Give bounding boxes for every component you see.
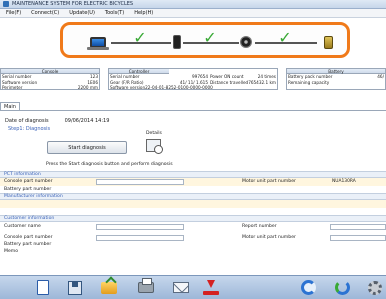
report-number-label: Report number xyxy=(242,224,277,229)
menu-file[interactable]: File(F) xyxy=(6,10,21,16)
app-icon xyxy=(3,1,9,7)
menu-connect[interactable]: Connect(C) xyxy=(31,10,59,16)
controller-row: Software version 22-04-01-8252-0100-0000-… xyxy=(110,85,213,90)
main-panel: Date of diagnosis 09/06/2014 14:19 Step1:… xyxy=(0,110,386,265)
customer-row: Customer name Report number xyxy=(0,223,386,231)
menu-update[interactable]: Update(U) xyxy=(69,10,95,16)
manufacturer-row xyxy=(0,200,386,208)
motor-unit-label: Motor unit part number xyxy=(242,179,296,184)
menu-tools[interactable]: Tools(T) xyxy=(105,10,124,16)
menu-bar: File(F) Connect(C) Update(U) Tools(T) He… xyxy=(0,9,386,18)
manufacturer-section-header: Manufacturer information xyxy=(0,193,386,200)
pct-row: Console part number Motor unit part numb… xyxy=(0,178,386,186)
check-icon: ✓ xyxy=(278,28,292,47)
pct-section-header: PCT information xyxy=(0,171,386,178)
start-diagnosis-button[interactable]: Start diagnosis xyxy=(47,141,127,154)
window-title: MAINTENANCE SYSTEM FOR ELECTRIC BICYCLES xyxy=(12,1,134,7)
controller-row: Distance travelled 765432.1 km xyxy=(210,79,277,85)
open-folder-icon[interactable] xyxy=(100,279,117,296)
battery-part-value xyxy=(96,186,184,193)
pct-row: Battery part number xyxy=(0,186,386,194)
instruction-text: Press the Start diagnosis button and per… xyxy=(46,162,173,167)
customer-motor-unit-input[interactable] xyxy=(330,234,386,241)
laptop-icon xyxy=(87,34,109,50)
diagnosis-device-icon xyxy=(173,34,181,50)
console-part-label: Console part number xyxy=(4,179,53,184)
connection-status-panel: ✓ ✓ ✓ xyxy=(60,22,350,58)
device-info-groups: Console Serial number 123 Software versio… xyxy=(0,68,386,90)
details-label: Details xyxy=(146,131,162,136)
customer-row: Memo xyxy=(0,248,386,256)
motor-unit-value: NUA130RA xyxy=(332,178,356,184)
battery-icon xyxy=(317,34,339,50)
console-group: Console Serial number 123 Software versio… xyxy=(0,68,100,90)
print-icon[interactable] xyxy=(137,278,154,296)
customer-console-part-input[interactable] xyxy=(96,234,184,241)
diagnosis-date: Date of diagnosis 09/06/2014 14:19 xyxy=(5,118,109,124)
battery-row: Remaining capacity xyxy=(288,79,330,85)
sync-icon[interactable] xyxy=(334,279,351,296)
customer-section-header: Customer information xyxy=(0,215,386,222)
new-document-icon[interactable] xyxy=(34,279,51,296)
date-value: 09/06/2014 14:19 xyxy=(64,118,110,124)
save-icon[interactable] xyxy=(66,279,83,296)
controller-group: Controller Serial number 997654 Gear (F/R… xyxy=(108,68,278,90)
details-icon[interactable] xyxy=(146,139,163,154)
check-icon: ✓ xyxy=(203,28,217,47)
step-label: Step1: Diagnosis xyxy=(8,126,51,132)
mail-icon[interactable] xyxy=(172,279,189,296)
settings-icon[interactable] xyxy=(366,279,383,296)
menu-help[interactable]: Help(H) xyxy=(134,10,153,16)
refresh-icon[interactable] xyxy=(300,279,317,296)
check-icon: ✓ xyxy=(133,28,147,47)
drive-unit-icon xyxy=(235,34,257,50)
title-bar: MAINTENANCE SYSTEM FOR ELECTRIC BICYCLES xyxy=(0,0,386,9)
memo-label: Memo xyxy=(4,249,19,254)
date-label: Date of diagnosis xyxy=(5,118,49,124)
upload-icon[interactable] xyxy=(202,279,219,296)
report-number-input[interactable] xyxy=(330,223,386,230)
bottom-toolbar xyxy=(0,275,386,299)
customer-name-input[interactable] xyxy=(96,223,184,230)
console-row: Perimeter 2200 mm xyxy=(2,85,98,90)
battery-part-label: Battery part number xyxy=(4,186,52,192)
battery-group: Battery Battery pack number 46/ Remaining… xyxy=(286,68,386,90)
customer-name-label: Customer name xyxy=(4,224,41,229)
console-part-field[interactable] xyxy=(96,178,184,185)
